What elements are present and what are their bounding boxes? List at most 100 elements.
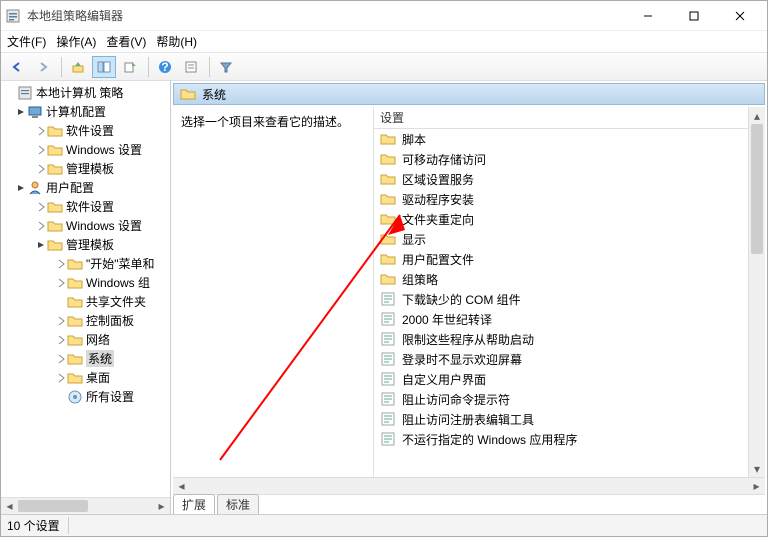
tree-label: 计算机配置 — [46, 103, 106, 120]
tree-label: 管理模板 — [66, 160, 114, 177]
tree-item-shared[interactable]: 共享文件夹 — [1, 292, 170, 311]
list-item-label: 下载缺少的 COM 组件 — [402, 291, 521, 308]
list-item[interactable]: 显示 — [374, 229, 748, 249]
tree-item-software[interactable]: 软件设置 — [1, 197, 170, 216]
expand-icon[interactable] — [55, 278, 67, 288]
back-button[interactable] — [5, 56, 29, 78]
tree-item-system[interactable]: 系统 — [1, 349, 170, 368]
list-item[interactable]: 可移动存储访问 — [374, 149, 748, 169]
tree-item-start[interactable]: "开始"菜单和 — [1, 254, 170, 273]
expand-icon[interactable] — [35, 221, 47, 231]
up-button[interactable] — [66, 56, 90, 78]
folder-icon — [67, 370, 83, 386]
list-v-scrollbar[interactable]: ▴ ▾ — [748, 107, 765, 477]
description-column: 选择一个项目来查看它的描述。 — [173, 107, 373, 477]
list-item[interactable]: 阻止访问命令提示符 — [374, 389, 748, 409]
minimize-button[interactable] — [625, 1, 671, 31]
list-body[interactable]: 脚本可移动存储访问区域设置服务驱动程序安装文件夹重定向显示用户配置文件组策略下载… — [374, 129, 748, 477]
filter-button[interactable] — [214, 56, 238, 78]
scroll-down-icon[interactable]: ▾ — [749, 460, 765, 477]
list-item[interactable]: 文件夹重定向 — [374, 209, 748, 229]
menu-file[interactable]: 文件(F) — [7, 33, 46, 50]
folder-icon — [67, 351, 83, 367]
list-item[interactable]: 不运行指定的 Windows 应用程序 — [374, 429, 748, 449]
details-content: 选择一个项目来查看它的描述。 设置 脚本可移动存储访问区域设置服务驱动程序安装文… — [173, 107, 765, 477]
client-area: 本地计算机 策略 计算机配置 软件设置 Windows 设置 管理模板 用户配置… — [1, 81, 767, 514]
folder-icon — [380, 251, 396, 267]
export-button[interactable] — [118, 56, 142, 78]
tree[interactable]: 本地计算机 策略 计算机配置 软件设置 Windows 设置 管理模板 用户配置… — [1, 81, 170, 497]
expand-icon[interactable] — [35, 202, 47, 212]
tree-item-windows[interactable]: Windows 设置 — [1, 140, 170, 159]
tree-item-windows[interactable]: Windows 设置 — [1, 216, 170, 235]
scroll-left-icon[interactable]: ◂ — [1, 498, 18, 515]
list-item[interactable]: 2000 年世纪转译 — [374, 309, 748, 329]
folder-icon — [380, 131, 396, 147]
folder-icon — [380, 211, 396, 227]
collapse-icon[interactable] — [15, 183, 27, 193]
details-title: 系统 — [202, 86, 226, 103]
settings-list: 设置 脚本可移动存储访问区域设置服务驱动程序安装文件夹重定向显示用户配置文件组策… — [373, 107, 765, 477]
scroll-right-icon[interactable]: ▸ — [748, 478, 765, 495]
folder-icon — [47, 142, 63, 158]
expand-icon[interactable] — [55, 335, 67, 345]
list-item[interactable]: 驱动程序安装 — [374, 189, 748, 209]
tree-root[interactable]: 本地计算机 策略 — [1, 83, 170, 102]
show-tree-button[interactable] — [92, 56, 116, 78]
expand-icon[interactable] — [35, 126, 47, 136]
tree-item-cpl[interactable]: 控制面板 — [1, 311, 170, 330]
menu-help[interactable]: 帮助(H) — [156, 33, 197, 50]
expand-icon[interactable] — [55, 354, 67, 364]
menu-action[interactable]: 操作(A) — [56, 33, 96, 50]
tree-label: Windows 设置 — [66, 141, 142, 158]
scroll-thumb[interactable] — [18, 500, 88, 512]
folder-icon — [67, 332, 83, 348]
tab-standard[interactable]: 标准 — [217, 494, 259, 514]
collapse-icon[interactable] — [35, 240, 47, 250]
list-item[interactable]: 组策略 — [374, 269, 748, 289]
list-item-label: 不运行指定的 Windows 应用程序 — [402, 431, 577, 448]
expand-icon[interactable] — [35, 164, 47, 174]
list-item[interactable]: 限制这些程序从帮助启动 — [374, 329, 748, 349]
list-item[interactable]: 区域设置服务 — [374, 169, 748, 189]
list-item[interactable]: 阻止访问注册表编辑工具 — [374, 409, 748, 429]
tree-item-desktop[interactable]: 桌面 — [1, 368, 170, 387]
tree-item-software[interactable]: 软件设置 — [1, 121, 170, 140]
maximize-button[interactable] — [671, 1, 717, 31]
toolbar-separator — [148, 57, 149, 77]
tree-item-admin[interactable]: 管理模板 — [1, 235, 170, 254]
tree-item-admin[interactable]: 管理模板 — [1, 159, 170, 178]
expand-icon[interactable] — [55, 316, 67, 326]
list-item[interactable]: 自定义用户界面 — [374, 369, 748, 389]
folder-icon — [67, 256, 83, 272]
tree-item-network[interactable]: 网络 — [1, 330, 170, 349]
list-item[interactable]: 用户配置文件 — [374, 249, 748, 269]
scroll-thumb[interactable] — [751, 124, 763, 254]
list-item[interactable]: 脚本 — [374, 129, 748, 149]
list-item[interactable]: 登录时不显示欢迎屏幕 — [374, 349, 748, 369]
expand-icon[interactable] — [55, 259, 67, 269]
scroll-up-icon[interactable]: ▴ — [749, 107, 765, 124]
tree-user-config[interactable]: 用户配置 — [1, 178, 170, 197]
list-item-label: 自定义用户界面 — [402, 371, 486, 388]
expand-icon[interactable] — [55, 373, 67, 383]
tab-extended[interactable]: 扩展 — [173, 494, 215, 514]
tree-item-all[interactable]: 所有设置 — [1, 387, 170, 406]
tree-label: 所有设置 — [86, 388, 134, 405]
help-button[interactable]: ? — [153, 56, 177, 78]
forward-button[interactable] — [31, 56, 55, 78]
tree-item-wincomp[interactable]: Windows 组 — [1, 273, 170, 292]
expand-icon[interactable] — [35, 145, 47, 155]
collapse-icon[interactable] — [15, 107, 27, 117]
tree-computer-config[interactable]: 计算机配置 — [1, 102, 170, 121]
details-h-scrollbar[interactable]: ◂ ▸ — [173, 477, 765, 494]
tree-h-scrollbar[interactable]: ◂ ▸ — [1, 497, 170, 514]
tabs: 扩展 标准 — [173, 494, 765, 514]
list-item[interactable]: 下载缺少的 COM 组件 — [374, 289, 748, 309]
menu-view[interactable]: 查看(V) — [106, 33, 146, 50]
scroll-right-icon[interactable]: ▸ — [153, 498, 170, 515]
properties-button[interactable] — [179, 56, 203, 78]
close-button[interactable] — [717, 1, 763, 31]
scroll-left-icon[interactable]: ◂ — [173, 478, 190, 495]
column-header-setting[interactable]: 设置 — [374, 107, 748, 129]
